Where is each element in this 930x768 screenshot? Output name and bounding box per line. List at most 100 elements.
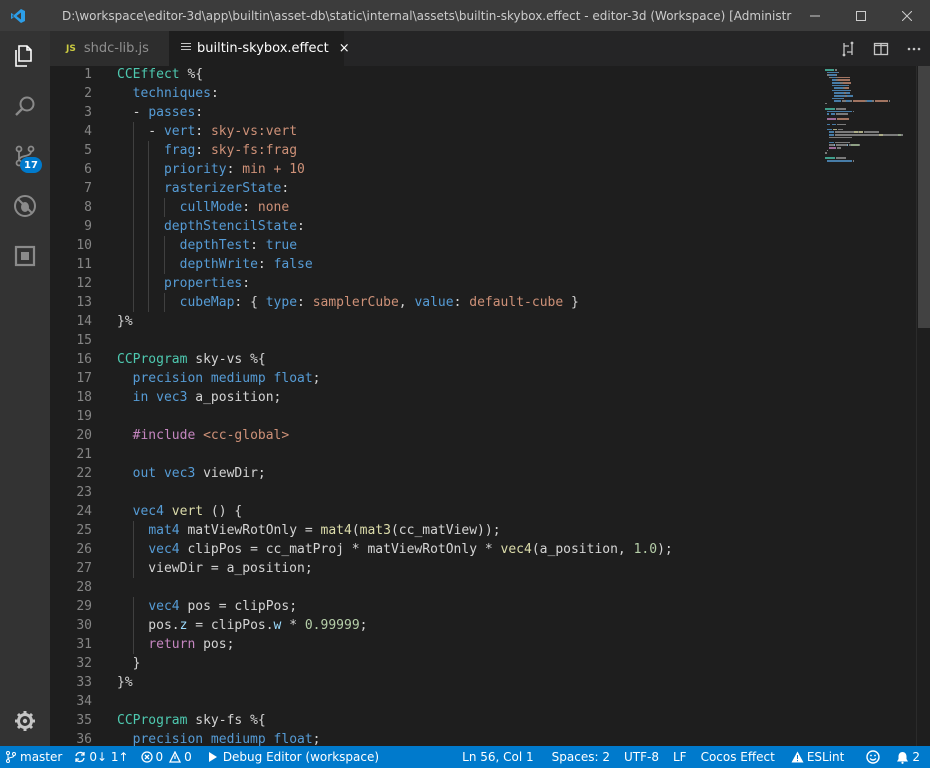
debug-status[interactable]: Debug Editor (workspace) — [198, 746, 385, 768]
line-code: return pos; — [148, 637, 235, 652]
line-number: 30 — [76, 618, 92, 633]
minimap-token — [838, 79, 851, 81]
indent-guide — [148, 198, 150, 217]
minimize-icon[interactable] — [792, 0, 838, 31]
minimap-token — [844, 87, 850, 89]
git-branch[interactable]: master — [0, 746, 68, 768]
close-icon[interactable] — [884, 0, 930, 31]
explorer-icon[interactable] — [0, 31, 50, 81]
code-line: 6 priority: min + 10 — [50, 160, 810, 179]
minimap-token — [833, 95, 845, 97]
line-code: cubeMap: { type: samplerCube, value: def… — [179, 295, 579, 310]
gear-icon[interactable] — [0, 696, 50, 746]
minimap-token — [888, 100, 890, 102]
line-code: in vec3 a_position; — [132, 390, 282, 405]
minimap-token — [852, 110, 854, 113]
line-number: 35 — [76, 713, 92, 728]
tab-close-icon[interactable]: × — [339, 41, 350, 56]
problems-status[interactable]: 0 0 — [135, 746, 198, 768]
line-number: 13 — [76, 295, 92, 310]
line-number: 15 — [76, 333, 92, 348]
indent-guide — [132, 597, 134, 616]
maximize-icon[interactable] — [838, 0, 884, 31]
line-number: 3 — [84, 105, 92, 120]
code-line: 32 } — [50, 654, 810, 673]
play-icon — [208, 752, 217, 762]
code-line: 12 properties: — [50, 274, 810, 293]
error-count: 0 — [155, 750, 164, 764]
indent-guide — [132, 236, 134, 255]
encoding[interactable]: UTF-8 — [618, 746, 665, 768]
minimap-token — [852, 160, 854, 162]
line-number: 34 — [76, 694, 92, 709]
minimap-token — [831, 89, 851, 92]
language-mode[interactable]: Cocos Effect — [695, 746, 781, 768]
notifications[interactable]: 2 — [890, 746, 926, 768]
split-editor-icon[interactable] — [864, 41, 897, 57]
line-code: properties: — [163, 276, 251, 291]
minimap-token — [833, 92, 844, 94]
sync-status[interactable]: 0↓ 1↑ — [68, 746, 134, 768]
search-icon[interactable] — [0, 81, 50, 131]
minimap-token — [829, 141, 834, 144]
code-line: 17 precision mediump float; — [50, 369, 810, 388]
line-number: 25 — [76, 523, 92, 538]
indent-guide — [148, 255, 150, 274]
line-number: 7 — [84, 181, 92, 196]
line-code: frag: sky-fs:frag — [163, 143, 298, 158]
indent-guide — [132, 198, 134, 217]
minimap-token — [852, 100, 865, 102]
eslint-status[interactable]: ESLint — [785, 746, 851, 768]
minimap[interactable] — [820, 66, 904, 746]
minimap-token — [831, 123, 836, 126]
activity-bar: 17 — [0, 31, 50, 746]
indent-guide — [132, 160, 134, 179]
line-code: depthTest: true — [179, 238, 298, 253]
vertical-scrollbar[interactable] — [916, 66, 930, 746]
indent-guide — [132, 255, 134, 274]
minimap-token — [834, 69, 838, 71]
source-control-icon[interactable]: 17 — [0, 131, 50, 181]
open-changes-icon[interactable] — [831, 41, 864, 57]
end-of-line[interactable]: LF — [667, 746, 693, 768]
minimap-token — [827, 149, 829, 152]
sync-icon — [75, 751, 85, 763]
cursor-position[interactable]: Ln 56, Col 1 — [456, 746, 540, 768]
code-line: 24 vec4 vert () { — [50, 502, 810, 521]
git-branch-icon — [6, 751, 16, 763]
line-number: 22 — [76, 466, 92, 481]
feedback-icon[interactable] — [860, 746, 886, 768]
line-number: 6 — [84, 162, 92, 177]
line-code: } — [117, 656, 141, 671]
code-line: 25 mat4 matViewRotOnly = mat4(mat3(cc_ma… — [50, 521, 810, 540]
extensions-icon[interactable] — [0, 231, 50, 281]
line-code: cullMode: none — [179, 200, 290, 215]
line-number: 28 — [76, 580, 92, 595]
minimap-token — [829, 74, 836, 76]
code-editor[interactable]: 1 CCEffect %{2 techniques: 3 - passes: 4 - … — [50, 66, 930, 746]
indent-guide — [132, 179, 134, 198]
line-number: 14 — [76, 314, 92, 329]
tab-builtin-skybox[interactable]: builtin-skybox.effect × — [169, 31, 350, 66]
debug-icon[interactable] — [0, 181, 50, 231]
line-number: 36 — [76, 732, 92, 746]
line-number: 21 — [76, 447, 92, 462]
minimap-token — [831, 97, 843, 100]
more-actions-icon[interactable] — [897, 41, 930, 57]
minimap-token — [825, 69, 834, 71]
code-line: 28 — [50, 578, 810, 597]
minimap-token — [847, 144, 849, 146]
line-number: 27 — [76, 561, 92, 576]
line-number: 5 — [84, 143, 92, 158]
code-line: 11 depthWrite: false — [50, 255, 810, 274]
line-code: precision mediump float; — [132, 371, 321, 386]
minimap-token — [850, 89, 852, 92]
minimap-token — [834, 131, 854, 133]
line-number: 12 — [76, 276, 92, 291]
tab-shdc-lib[interactable]: JS shdc-lib.js — [50, 31, 169, 66]
line-code: }% — [117, 314, 133, 329]
line-code: vec4 vert () { — [132, 504, 243, 519]
indentation[interactable]: Spaces: 2 — [546, 746, 616, 768]
scrollbar-thumb[interactable] — [918, 66, 930, 328]
indent-guide — [132, 293, 134, 312]
